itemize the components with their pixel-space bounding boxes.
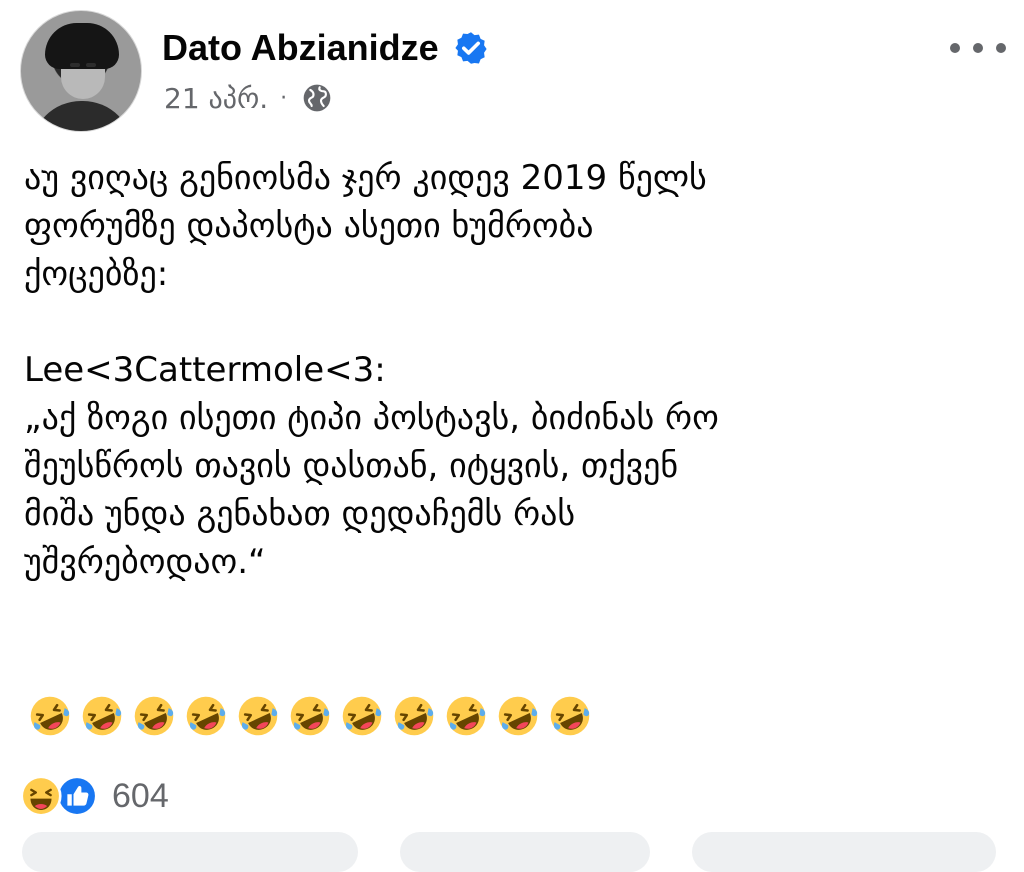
action-bar (0, 828, 1024, 872)
share-action-button[interactable] (692, 832, 996, 872)
rolling-on-floor-laughing-icon (446, 696, 486, 736)
post-text-line: უშვრებოდაო.“ (24, 542, 266, 582)
emoji-row (28, 694, 600, 746)
author-row: Dato Abzianidze (162, 24, 489, 72)
rolling-on-floor-laughing-icon (186, 696, 226, 736)
post-meta: 21 აპრ. · (164, 80, 333, 116)
rolling-on-floor-laughing-icon (238, 696, 278, 736)
more-dot (973, 43, 983, 53)
comment-action-button[interactable] (400, 832, 650, 872)
post-header: Dato Abzianidze 21 აპრ. · (0, 0, 1024, 140)
avatar-hair (45, 23, 119, 69)
more-options-button[interactable] (950, 28, 1006, 68)
more-dot (996, 43, 1006, 53)
post-text-line: აუ ვიღაც გენიოსმა ჯერ კიდევ 2019 წელს (24, 158, 707, 198)
reaction-count[interactable]: 604 (112, 777, 169, 816)
globe-icon (303, 84, 331, 112)
post-text: აუ ვიღაც გენიოსმა ჯერ კიდევ 2019 წელს ფო… (24, 154, 984, 586)
rolling-on-floor-laughing-icon (30, 696, 70, 736)
avatar-eye-right (86, 63, 96, 67)
post-text-line: მიშა უნდა გენახათ დედაჩემს რას (24, 494, 576, 534)
post-text-blank-line (24, 298, 984, 346)
post-text-line: ფორუმზე დაპოსტა ასეთი ხუმრობა (24, 206, 594, 246)
like-reaction-icon (56, 775, 98, 817)
verified-badge-icon (455, 32, 487, 64)
author-name[interactable]: Dato Abzianidze (162, 27, 439, 69)
post-text-line: ქოცებზე: (24, 254, 169, 294)
post-text-line: Lee<3Cattermole<3: (24, 350, 386, 390)
rolling-on-floor-laughing-icon (290, 696, 330, 736)
rolling-on-floor-laughing-icon (82, 696, 122, 736)
post-text-line: შეუსწროს თავის დასთან, იტყვის, თქვენ (24, 446, 679, 486)
rolling-on-floor-laughing-icon (394, 696, 434, 736)
rolling-on-floor-laughing-icon (134, 696, 174, 736)
rolling-on-floor-laughing-icon (498, 696, 538, 736)
more-dot (950, 43, 960, 53)
post-timestamp[interactable]: 21 აპრ. (164, 82, 268, 115)
avatar-eye-left (70, 63, 80, 67)
author-avatar[interactable] (20, 10, 142, 132)
haha-reaction-icon (20, 775, 62, 817)
avatar-shirt (31, 101, 133, 131)
post-text-line: „აქ ზოგი ისეთი ტიპი პოსტავს, ბიძინას რო (24, 398, 719, 438)
rolling-on-floor-laughing-icon (550, 696, 590, 736)
like-action-button[interactable] (22, 832, 358, 872)
rolling-on-floor-laughing-icon (342, 696, 382, 736)
reactions-bar[interactable]: 604 (20, 770, 169, 822)
meta-separator: · (280, 85, 288, 111)
